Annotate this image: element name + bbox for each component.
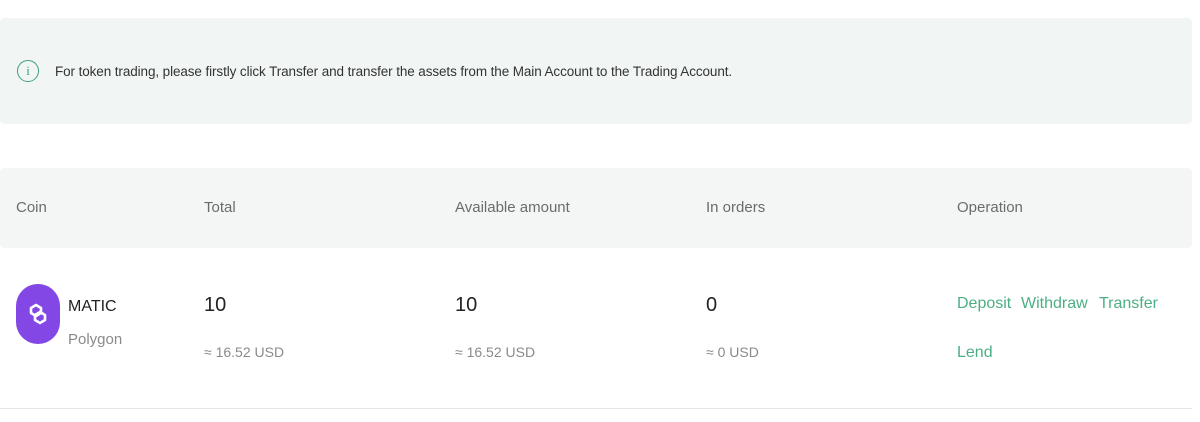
withdraw-link[interactable]: Withdraw xyxy=(1021,295,1088,313)
in-orders-usd: ≈ 0 USD xyxy=(706,344,759,360)
transfer-link[interactable]: Transfer xyxy=(1099,295,1158,313)
notice-text: For token trading, please firstly click … xyxy=(55,63,733,79)
info-icon: i xyxy=(17,60,39,82)
available-usd: ≈ 16.52 USD xyxy=(455,344,536,360)
total-usd: ≈ 16.52 USD xyxy=(204,344,285,360)
total-amount: 10 xyxy=(204,294,227,316)
header-in-orders: In orders xyxy=(706,199,766,216)
info-notice: i For token trading, please firstly clic… xyxy=(0,18,1192,124)
coin-name: Polygon xyxy=(68,331,123,348)
header-operation: Operation xyxy=(957,199,1023,216)
deposit-link[interactable]: Deposit xyxy=(957,295,1011,313)
header-coin: Coin xyxy=(16,199,47,216)
header-available: Available amount xyxy=(455,199,570,216)
coin-symbol: MATIC xyxy=(68,298,117,315)
table-header: Coin Total Available amount In orders Op… xyxy=(0,168,1192,248)
header-total: Total xyxy=(204,199,236,216)
in-orders-amount: 0 xyxy=(706,294,718,316)
lend-link[interactable]: Lend xyxy=(957,344,993,362)
available-amount: 10 xyxy=(455,294,478,316)
table-row: MATIC Polygon 10 ≈ 16.52 USD 10 ≈ 16.52 … xyxy=(0,248,1192,409)
polygon-logo-icon xyxy=(16,284,60,344)
